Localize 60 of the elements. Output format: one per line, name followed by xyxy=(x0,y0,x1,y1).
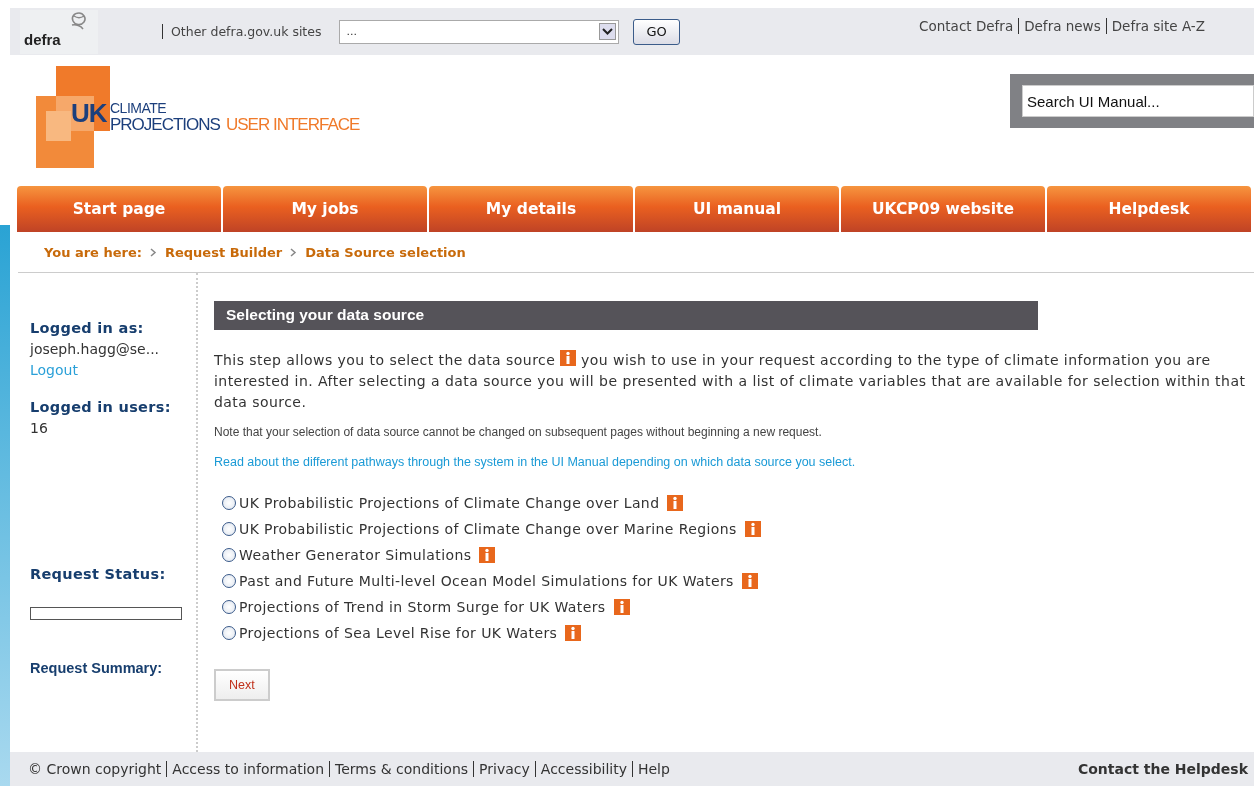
breadcrumb-link[interactable]: Request Builder xyxy=(164,244,283,260)
info-icon[interactable] xyxy=(613,599,630,615)
breadcrumb-label: You are here: xyxy=(44,244,142,260)
option-label[interactable]: Projections of Sea Level Rise for UK Waters xyxy=(239,625,558,641)
sites-dropdown[interactable]: ... xyxy=(339,19,620,44)
radio-button[interactable] xyxy=(222,548,236,562)
nav-tab[interactable]: My details xyxy=(429,186,633,232)
option-label[interactable]: Past and Future Multi-level Ocean Model Simulations for UK Waters xyxy=(239,573,734,589)
nav-tab[interactable]: Helpdesk xyxy=(1047,186,1251,232)
logged-in-label: Logged in as: xyxy=(30,319,145,338)
info-icon[interactable] xyxy=(667,495,684,511)
option-label[interactable]: UK Probabilistic Projections of Climate Change over Land xyxy=(239,495,660,511)
radio-button[interactable] xyxy=(222,574,236,588)
info-icon[interactable] xyxy=(479,547,496,563)
option-label[interactable]: Projections of Trend in Storm Surge for UK Waters xyxy=(239,599,606,615)
info-icon[interactable] xyxy=(741,573,758,589)
chevron-icon xyxy=(290,247,298,257)
next-button[interactable]: Next xyxy=(214,669,270,701)
radio-button[interactable] xyxy=(222,600,236,614)
chevron-icon xyxy=(149,247,157,257)
logo-subtitle: USER INTERFACE xyxy=(226,115,360,135)
caret-icon xyxy=(599,23,617,40)
option-label[interactable]: UK Probabilistic Projections of Climate Change over Marine Regions xyxy=(239,521,737,537)
go-button[interactable]: GO xyxy=(633,18,680,45)
section-heading: Selecting your data source xyxy=(214,301,1038,330)
users-count: 16 xyxy=(30,419,49,438)
option-label[interactable]: Weather Generator Simulations xyxy=(239,547,472,563)
logo-text: CLIMATE xyxy=(110,100,167,116)
nav-tab[interactable]: My jobs xyxy=(223,186,427,232)
footer-link[interactable]: Terms & conditions xyxy=(329,761,474,777)
logo-text: PROJECTIONS xyxy=(110,115,220,135)
footer-link[interactable]: Privacy xyxy=(473,761,535,777)
footer-link[interactable]: Access to information xyxy=(166,761,330,777)
breadcrumb-link[interactable]: Data Source selection xyxy=(305,244,466,260)
footer-link[interactable]: © Crown copyright xyxy=(28,761,167,777)
logged-in-users-label: Logged in users: xyxy=(30,398,172,417)
radio-button[interactable] xyxy=(222,626,236,640)
search-field[interactable]: Search UI Manual... xyxy=(1022,85,1254,117)
info-icon[interactable] xyxy=(560,350,577,366)
intro-paragraph: This step allows you to select the data source you wish to use in your request according to the type of climate information you are interested in. After selecting a data source you will be presented with a list of climate variables that are available for selection within that data source. xyxy=(214,350,1246,412)
nav-tab[interactable]: UI manual xyxy=(635,186,839,232)
request-summary-label: Request Summary: xyxy=(30,660,164,676)
radio-button[interactable] xyxy=(222,522,236,536)
footer-link[interactable]: Help xyxy=(631,761,675,777)
username: joseph.hagg@se... xyxy=(30,340,161,359)
note-text: Note that your selection of data source cannot be changed on subsequent pages without beginning a new request. xyxy=(214,425,823,439)
other-sites-label: Other defra.gov.uk sites xyxy=(162,24,322,39)
request-status-label: Request Status: xyxy=(30,565,167,584)
top-link[interactable]: Contact Defra xyxy=(914,18,1019,34)
nav-tab[interactable]: UKCP09 website xyxy=(841,186,1045,232)
nav-tab[interactable]: Start page xyxy=(17,186,221,232)
defra-logo[interactable]: defra xyxy=(20,9,98,54)
logo-mark: UK xyxy=(71,98,107,129)
top-link[interactable]: Defra site A-Z xyxy=(1105,18,1210,34)
info-icon[interactable] xyxy=(744,521,761,537)
footer-link[interactable]: Accessibility xyxy=(534,761,632,777)
info-icon[interactable] xyxy=(565,625,582,641)
helpdesk-link[interactable]: Contact the Helpdesk xyxy=(1077,761,1248,777)
top-link[interactable]: Defra news xyxy=(1018,18,1106,34)
radio-button[interactable] xyxy=(222,496,236,510)
